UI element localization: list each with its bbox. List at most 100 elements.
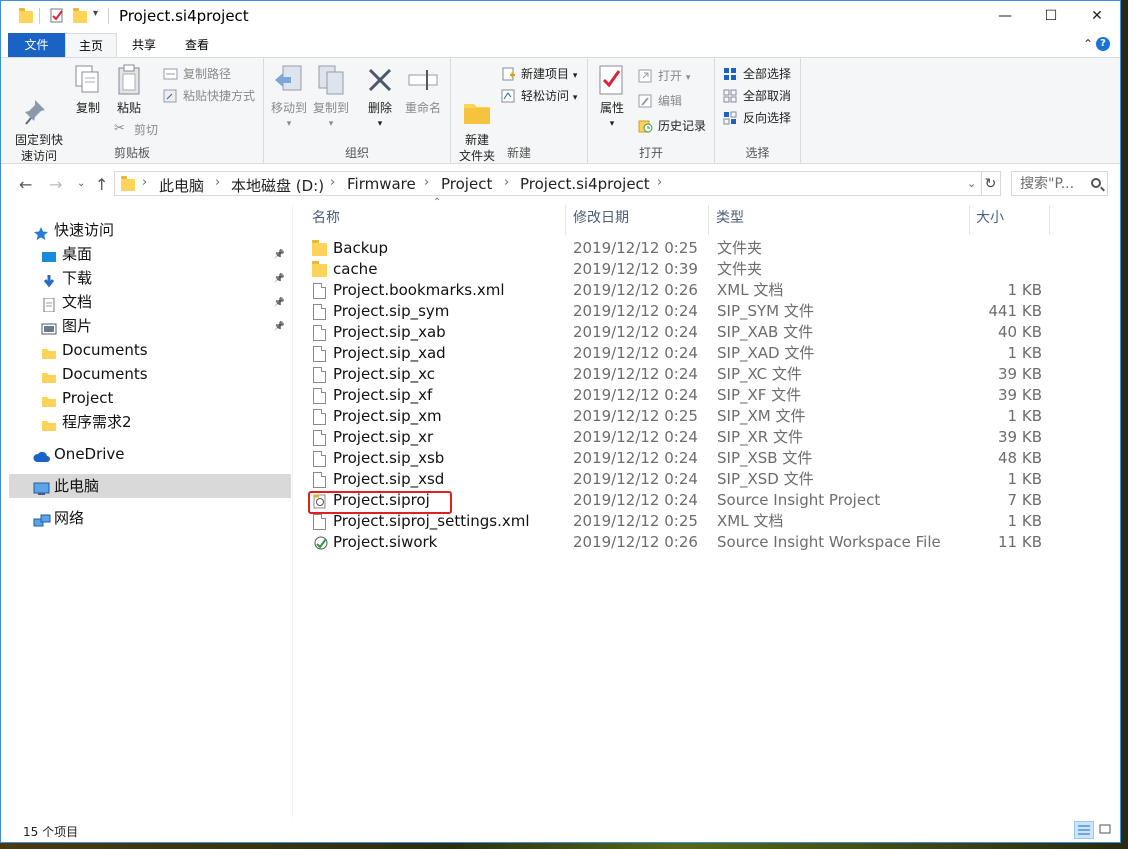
tab-home[interactable]: 主页 <box>65 33 117 57</box>
sidebar-item[interactable]: 网络 <box>9 506 291 530</box>
column-header-name[interactable]: 名称 <box>307 205 565 231</box>
search-input[interactable]: 搜索"P... <box>1011 171 1108 196</box>
refresh-button[interactable]: ↻ <box>981 171 1001 196</box>
file-row[interactable]: Project.sip_xsd 2019/12/12 0:24 SIP_XSD 文件… <box>307 469 1107 490</box>
breadcrumb-this-pc[interactable]: 此电脑 <box>159 175 204 196</box>
file-row[interactable]: Project.sip_xad 2019/12/12 0:24 SIP_XAD 文件… <box>307 343 1107 364</box>
easy-access-button[interactable]: 轻松访问 ▾ <box>501 86 577 106</box>
properties-quick-icon[interactable] <box>49 8 65 24</box>
copy-path-button[interactable]: 复制路径 <box>163 64 231 84</box>
column-divider[interactable] <box>969 205 970 235</box>
breadcrumb-si4project[interactable]: Project.si4project <box>520 175 650 193</box>
file-date: 2019/12/12 0:24 <box>573 491 698 509</box>
file-name: Project.siproj_settings.xml <box>333 512 530 530</box>
sidebar-item-label: Documents <box>62 365 148 383</box>
minimize-button[interactable]: — <box>982 1 1028 31</box>
chevron-right-icon: › <box>142 175 148 190</box>
sidebar-item[interactable]: 快速访问 <box>9 218 291 242</box>
file-row[interactable]: Project.sip_xsb 2019/12/12 0:24 SIP_XSB 文件… <box>307 448 1107 469</box>
sidebar-item-label: 程序需求2 <box>62 413 132 431</box>
file-row[interactable]: Project.sip_xf 2019/12/12 0:24 SIP_XF 文件 39… <box>307 385 1107 406</box>
sidebar-item[interactable]: 此电脑 <box>9 474 291 498</box>
invert-selection-button[interactable]: 反向选择 <box>723 108 791 128</box>
sidebar-item[interactable]: 文档 📌 <box>9 290 291 314</box>
sidebar-item[interactable]: 桌面 📌 <box>9 242 291 266</box>
file-row[interactable]: Project.siwork 2019/12/12 0:26 Source Insi… <box>307 532 1107 553</box>
close-button[interactable]: ✕ <box>1074 1 1120 31</box>
column-header-type[interactable]: 类型 <box>711 205 969 231</box>
sidebar-item[interactable]: OneDrive <box>9 442 291 466</box>
pin-icon: 📌 <box>273 250 285 260</box>
breadcrumb-project[interactable]: Project <box>441 175 492 193</box>
new-group-label: 新建 <box>506 146 531 160</box>
column-divider[interactable] <box>565 205 566 235</box>
sidebar-item[interactable]: Documents <box>9 338 291 362</box>
address-bar[interactable]: › 此电脑 › 本地磁盘 (D:) › Firmware › Project ›… <box>114 171 982 196</box>
file-row[interactable]: Project.sip_xab 2019/12/12 0:24 SIP_XAB 文件… <box>307 322 1107 343</box>
breadcrumb-drive[interactable]: 本地磁盘 (D:) <box>231 175 324 196</box>
file-row[interactable]: Project.bookmarks.xml 2019/12/12 0:26 XML … <box>307 280 1107 301</box>
file-row[interactable]: Project.sip_xm 2019/12/12 0:25 SIP_XM 文件 1 … <box>307 406 1107 427</box>
large-icons-view-button[interactable] <box>1096 821 1116 839</box>
tab-share[interactable]: 共享 <box>119 33 169 57</box>
back-arrow-icon[interactable]: ← <box>19 175 32 194</box>
tab-file[interactable]: 文件 <box>8 33 65 57</box>
sidebar-item[interactable]: Documents <box>9 362 291 386</box>
file-date: 2019/12/12 0:39 <box>573 260 698 278</box>
file-size: 39 KB <box>998 428 1042 446</box>
history-button[interactable]: 历史记录 <box>638 116 706 136</box>
collapse-ribbon-icon[interactable]: ⌃ <box>1083 37 1093 51</box>
file-row[interactable]: cache 2019/12/12 0:39 文件夹 <box>307 259 1107 280</box>
sidebar-item[interactable]: 下载 📌 <box>9 266 291 290</box>
delete-button[interactable]: 删除 ▾ <box>364 64 396 132</box>
clipboard-group: 固定到快 速访问 复制 粘贴 复制路径 粘贴快捷方式 ✂ 剪切 剪贴板 <box>1 58 264 164</box>
column-header-date[interactable]: 修改日期 <box>568 205 708 231</box>
tab-view[interactable]: 查看 <box>171 33 223 57</box>
open-button[interactable]: 打开 ▾ <box>638 66 690 86</box>
new-item-button[interactable]: 新建项目 ▾ <box>501 64 577 84</box>
move-to-button[interactable]: 移动到 ▾ <box>270 64 308 132</box>
copy-button[interactable]: 复制 <box>71 64 105 116</box>
cut-button[interactable]: ✂ 剪切 <box>114 120 158 140</box>
copy-to-button[interactable]: 复制到 ▾ <box>312 64 350 132</box>
paste-button[interactable]: 粘贴 <box>111 64 147 116</box>
file-type: 文件夹 <box>717 239 763 257</box>
copy-path-label: 复制路径 <box>183 67 232 81</box>
sidebar-item[interactable]: 程序需求2 <box>9 410 291 434</box>
details-view-button[interactable] <box>1074 821 1094 839</box>
file-type: SIP_XM 文件 <box>717 407 806 425</box>
address-dropdown-icon[interactable]: ⌄ <box>967 177 976 190</box>
file-row[interactable]: Project.sip_xr 2019/12/12 0:24 SIP_XR 文件 39… <box>307 427 1107 448</box>
rename-icon <box>407 64 439 96</box>
file-row[interactable]: Backup 2019/12/12 0:25 文件夹 <box>307 238 1107 259</box>
large-icons-view-icon <box>1099 824 1111 834</box>
sidebar-item[interactable]: Project <box>9 386 291 410</box>
select-none-button[interactable]: 全部取消 <box>723 86 791 106</box>
file-date: 2019/12/12 0:26 <box>573 533 698 551</box>
file-date: 2019/12/12 0:24 <box>573 323 698 341</box>
breadcrumb-firmware[interactable]: Firmware <box>347 175 416 193</box>
select-all-button[interactable]: 全部选择 <box>723 64 791 84</box>
column-header-size[interactable]: 大小 <box>971 205 1049 231</box>
sidebar-item[interactable]: 图片 📌 <box>9 314 291 338</box>
file-date: 2019/12/12 0:24 <box>573 344 698 362</box>
edit-button[interactable]: 编辑 <box>638 91 682 111</box>
file-icon <box>313 304 326 320</box>
help-icon[interactable]: ? <box>1096 37 1110 51</box>
file-row[interactable]: Project.sip_sym 2019/12/12 0:24 SIP_SYM 文件… <box>307 301 1107 322</box>
rename-button[interactable]: 重命名 <box>402 64 444 116</box>
quick-access-dropdown-icon[interactable]: ▾ <box>93 8 98 24</box>
paste-shortcut-button[interactable]: 粘贴快捷方式 <box>163 86 255 106</box>
forward-arrow-icon[interactable]: → <box>49 175 62 194</box>
column-divider[interactable] <box>1049 205 1050 235</box>
up-arrow-icon[interactable]: ↑ <box>95 175 108 194</box>
maximize-button[interactable]: ☐ <box>1028 1 1074 31</box>
file-row[interactable]: Project.siproj_settings.xml 2019/12/12 0:… <box>307 511 1107 532</box>
file-row[interactable]: Project.sip_xc 2019/12/12 0:24 SIP_XC 文件 39… <box>307 364 1107 385</box>
recent-locations-icon[interactable]: ⌄ <box>77 178 85 189</box>
file-size: 1 KB <box>1007 407 1042 425</box>
column-divider[interactable] <box>708 205 709 235</box>
picture-icon <box>41 319 57 335</box>
file-name: Project.sip_xab <box>333 323 446 341</box>
properties-button[interactable]: 属性 ▾ <box>596 64 628 132</box>
